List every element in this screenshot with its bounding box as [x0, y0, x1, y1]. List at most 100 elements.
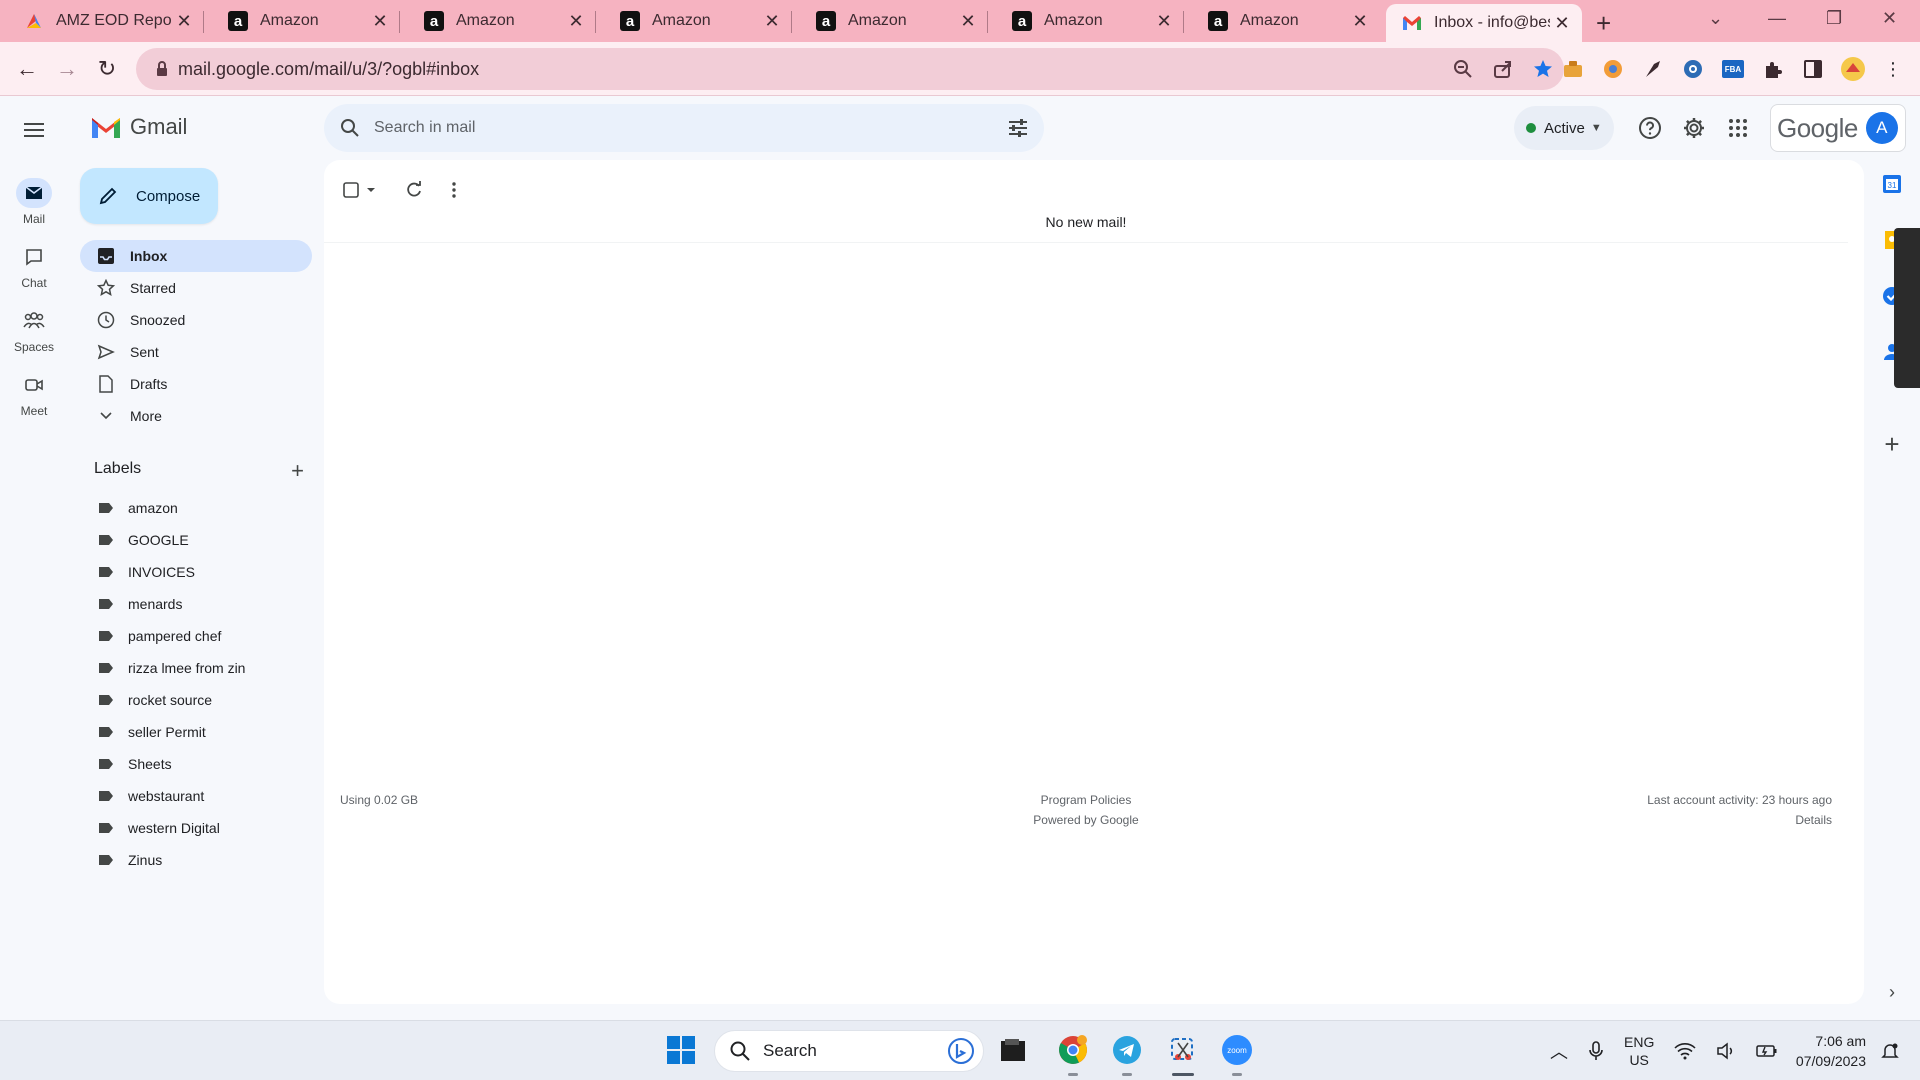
file-manager-icon[interactable] [994, 1031, 1032, 1069]
extension-fba-icon[interactable]: FBA [1720, 56, 1746, 82]
refresh-icon[interactable] [404, 180, 424, 200]
create-label-plus-icon[interactable]: + [291, 458, 304, 484]
label-item[interactable]: amazon [80, 492, 312, 524]
search-input[interactable]: Search in mail [374, 119, 475, 137]
label-item[interactable]: Sheets [80, 748, 312, 780]
compose-button[interactable]: Compose [80, 168, 218, 224]
telegram-icon[interactable] [1108, 1031, 1146, 1069]
language-indicator[interactable]: ENG US [1624, 1033, 1654, 1069]
select-checkbox-icon[interactable] [342, 181, 360, 199]
nav-label: Starred [130, 280, 176, 296]
nav-item-snoozed[interactable]: Snoozed [80, 304, 312, 336]
label-item[interactable]: rocket source [80, 684, 312, 716]
rail-item-spaces[interactable]: Spaces [0, 306, 68, 354]
rail-item-mail[interactable]: Mail [0, 178, 68, 226]
label-item[interactable]: menards [80, 588, 312, 620]
program-policies-link[interactable]: Program Policies [324, 790, 1848, 810]
select-dropdown-icon[interactable] [364, 183, 378, 197]
forward-arrow-icon[interactable]: → [52, 54, 82, 84]
search-bar[interactable]: Search in mail [324, 104, 1044, 152]
minimize-icon[interactable]: — [1768, 8, 1786, 29]
tab-close-icon[interactable]: ✕ [760, 11, 784, 32]
share-icon[interactable] [1492, 58, 1514, 80]
label-item[interactable]: rizza lmee from zin [80, 652, 312, 684]
tab-amz-eod-report[interactable]: AMZ EOD Report ✕ [0, 0, 204, 42]
search-icon[interactable] [338, 116, 362, 140]
profile-icon[interactable] [1840, 56, 1866, 82]
label-item[interactable]: Zinus [80, 844, 312, 876]
tab-amazon-4[interactable]: a Amazon ✕ [792, 0, 988, 42]
status-selector[interactable]: Active ▼ [1514, 106, 1614, 150]
extension-target-icon[interactable] [1680, 56, 1706, 82]
wifi-icon[interactable] [1674, 1042, 1696, 1060]
side-panel-icon[interactable] [1800, 56, 1826, 82]
main-menu-icon[interactable] [20, 116, 48, 144]
nav-item-starred[interactable]: Starred [80, 272, 312, 304]
tab-amazon-5[interactable]: a Amazon ✕ [988, 0, 1184, 42]
browser-menu-kebab-icon[interactable]: ⋮ [1880, 56, 1906, 82]
window-close-icon[interactable]: ✕ [1882, 8, 1897, 29]
tab-amazon-1[interactable]: a Amazon ✕ [204, 0, 400, 42]
settings-gear-icon[interactable] [1680, 114, 1708, 142]
gmail-logo[interactable]: Gmail [90, 114, 187, 140]
volume-icon[interactable] [1716, 1042, 1736, 1060]
back-arrow-icon[interactable]: ← [12, 54, 42, 84]
reload-icon[interactable]: ↻ [92, 54, 122, 84]
taskbar-search-box[interactable]: Search [714, 1030, 984, 1072]
label-item[interactable]: INVOICES [80, 556, 312, 588]
label-item[interactable]: seller Permit [80, 716, 312, 748]
video-preview-thumbnail[interactable] [1894, 228, 1920, 388]
bing-icon[interactable] [947, 1037, 975, 1065]
help-icon[interactable] [1636, 114, 1664, 142]
expand-panel-chevron-icon[interactable]: › [1880, 980, 1904, 1004]
taskbar-clock[interactable]: 7:06 am 07/09/2023 [1786, 1031, 1866, 1071]
tab-close-icon[interactable]: ✕ [1152, 11, 1176, 32]
nav-item-sent[interactable]: Sent [80, 336, 312, 368]
label-item[interactable]: western Digital [80, 812, 312, 844]
tab-close-icon[interactable]: ✕ [1348, 11, 1372, 32]
snipping-tool-icon[interactable] [1164, 1031, 1202, 1069]
tab-close-icon[interactable]: ✕ [956, 11, 980, 32]
zoom-app-icon[interactable]: zoom [1218, 1031, 1256, 1069]
extensions-puzzle-icon[interactable] [1760, 56, 1786, 82]
nav-item-more[interactable]: More [80, 400, 312, 432]
google-account-button[interactable]: Google A [1770, 104, 1906, 152]
google-apps-grid-icon[interactable] [1724, 114, 1752, 142]
battery-icon[interactable] [1756, 1043, 1778, 1059]
address-bar[interactable]: mail.google.com/mail/u/3/?ogbl#inbox [136, 48, 1564, 90]
bookmark-star-icon[interactable] [1532, 58, 1554, 80]
tab-amazon-3[interactable]: a Amazon ✕ [596, 0, 792, 42]
tab-search-chevron-icon[interactable]: ⌄ [1708, 8, 1723, 29]
tab-close-icon[interactable]: ✕ [172, 11, 196, 32]
tab-gmail-inbox[interactable]: Inbox - info@bes ✕ [1386, 4, 1582, 42]
label-item[interactable]: pampered chef [80, 620, 312, 652]
rail-item-meet[interactable]: Meet [0, 370, 68, 418]
notification-bell-icon[interactable] [1880, 1041, 1900, 1061]
nav-item-inbox[interactable]: Inbox [80, 240, 312, 272]
tab-amazon-6[interactable]: a Amazon ✕ [1184, 0, 1380, 42]
zoom-out-icon[interactable] [1452, 58, 1474, 80]
get-addons-plus-icon[interactable]: + [1880, 429, 1904, 459]
new-tab-plus-icon[interactable]: + [1596, 8, 1611, 39]
more-options-kebab-icon[interactable] [444, 180, 464, 200]
tab-amazon-2[interactable]: a Amazon ✕ [400, 0, 596, 42]
extension-circle-icon[interactable] [1600, 56, 1626, 82]
label-item[interactable]: GOOGLE [80, 524, 312, 556]
details-link[interactable]: Details [1647, 810, 1832, 830]
search-options-icon[interactable] [1006, 116, 1030, 140]
nav-item-drafts[interactable]: Drafts [80, 368, 312, 400]
extension-toolbox-icon[interactable] [1560, 56, 1586, 82]
tab-close-icon[interactable]: ✕ [564, 11, 588, 32]
chrome-icon[interactable] [1054, 1031, 1092, 1069]
rail-item-chat[interactable]: Chat [0, 242, 68, 290]
windows-start-icon[interactable] [662, 1031, 700, 1069]
calendar-icon[interactable]: 31 [1880, 172, 1904, 196]
tab-close-icon[interactable]: ✕ [1550, 13, 1574, 34]
microphone-icon[interactable] [1588, 1040, 1604, 1062]
tab-close-icon[interactable]: ✕ [368, 11, 392, 32]
label-name: GOOGLE [128, 532, 189, 548]
chevron-up-icon[interactable]: ︿ [1550, 1038, 1568, 1064]
label-item[interactable]: webstaurant [80, 780, 312, 812]
restore-icon[interactable]: ❐ [1826, 8, 1842, 29]
extension-pen-icon[interactable] [1640, 56, 1666, 82]
